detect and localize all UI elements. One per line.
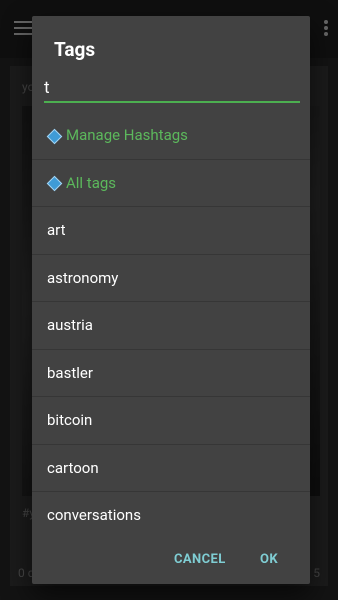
special-tag-item[interactable]: Manage Hashtags: [32, 112, 310, 160]
tag-label: conversations: [47, 506, 141, 525]
tag-label: All tags: [66, 173, 117, 192]
tag-list-item[interactable]: bastler: [32, 350, 310, 397]
diamond-icon: [47, 129, 60, 142]
tag-label: cartoon: [47, 458, 99, 477]
tag-list-item[interactable]: austria: [32, 302, 310, 350]
dialog-title: Tags: [54, 38, 96, 61]
tag-search-input[interactable]: [44, 74, 300, 102]
special-tag-item[interactable]: All tags: [32, 160, 310, 207]
tag-list-item[interactable]: conversations: [32, 492, 310, 537]
ok-button[interactable]: OK: [254, 548, 284, 571]
tag-list: Manage Hashtags All tags art astronomy austr…: [32, 112, 310, 537]
tag-label: bastler: [47, 363, 93, 382]
tags-dialog: Tags Manage Hashtags All tags art astronomy…: [32, 16, 310, 584]
tag-label: austria: [47, 316, 93, 335]
tag-label: astronomy: [47, 268, 119, 287]
tag-search-field[interactable]: [44, 74, 300, 104]
diamond-icon: [47, 176, 60, 189]
search-underline: [44, 101, 300, 103]
tag-list-item[interactable]: bitcoin: [32, 397, 310, 445]
dialog-actions: CANCEL OK: [32, 540, 310, 580]
cancel-button[interactable]: CANCEL: [168, 548, 232, 571]
tag-list-item[interactable]: art: [32, 207, 310, 255]
tag-list-item[interactable]: cartoon: [32, 445, 310, 492]
tag-label: art: [47, 221, 66, 240]
tag-list-item[interactable]: astronomy: [32, 255, 310, 302]
tag-label: bitcoin: [47, 411, 93, 430]
tag-label: Manage Hashtags: [66, 126, 188, 145]
